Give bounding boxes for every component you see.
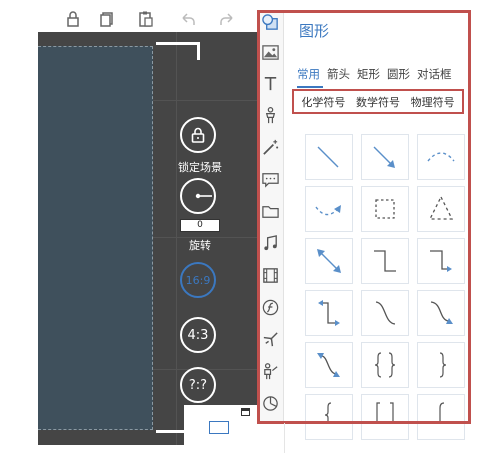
lock-scene-button[interactable] xyxy=(180,117,216,153)
double-arrow-icon xyxy=(317,249,341,273)
text-icon[interactable] xyxy=(261,74,280,93)
shape-line[interactable] xyxy=(305,134,353,180)
workspace-grid-line xyxy=(153,100,260,101)
tab-chemistry-symbols[interactable]: 化学符号 xyxy=(301,94,345,110)
presenter-icon[interactable] xyxy=(261,362,280,381)
pie-chart-icon[interactable] xyxy=(261,394,280,413)
tab-common[interactable]: 常用 xyxy=(297,66,320,86)
tab-arrow[interactable]: 箭头 xyxy=(327,66,350,86)
ratio-4-3-button[interactable]: 4:3 xyxy=(180,317,216,353)
image-icon[interactable] xyxy=(261,43,280,62)
shapes-panel: 图形 常用 箭头 矩形 圆形 对话框 化学符号 数学符号 物理符号 xyxy=(285,10,470,440)
shape-double-s-arrow[interactable] xyxy=(305,342,353,388)
shape-category-tabs: 常用 箭头 矩形 圆形 对话框 xyxy=(297,66,459,86)
copy-icon[interactable] xyxy=(98,10,116,28)
shape-double-bracket[interactable] xyxy=(361,394,409,440)
shape-double-elbow-arrow[interactable] xyxy=(305,290,353,336)
panel-title: 图形 xyxy=(299,22,330,40)
shape-dashed-triangle[interactable] xyxy=(417,186,465,232)
symbol-sub-tabs: 化学符号 数学符号 物理符号 xyxy=(292,89,464,114)
left-bracket-icon xyxy=(439,402,445,423)
dashed-arc-icon xyxy=(427,152,455,162)
shape-s-curve-arrow[interactable] xyxy=(417,290,465,336)
tab-math-symbols[interactable]: 数学符号 xyxy=(356,94,400,110)
dashed-triangle-icon xyxy=(428,195,454,220)
rotate-label: 旋转 xyxy=(189,239,211,252)
dashed-curve-arrow-icon xyxy=(315,205,341,216)
shape-double-arrow[interactable] xyxy=(305,238,353,284)
shape-left-brace[interactable] xyxy=(305,394,353,440)
shape-elbow-connector[interactable] xyxy=(361,238,409,284)
insert-sidebar xyxy=(257,10,284,424)
shape-elbow-arrow[interactable] xyxy=(417,238,465,284)
paste-icon[interactable] xyxy=(137,10,155,28)
elbow-connector-icon xyxy=(374,250,396,272)
shape-s-curve[interactable] xyxy=(361,290,409,336)
double-bracket-icon xyxy=(376,402,394,423)
shape-dashed-rectangle[interactable] xyxy=(361,186,409,232)
tab-rectangle[interactable]: 矩形 xyxy=(357,66,380,86)
undo-icon[interactable] xyxy=(179,10,197,28)
tab-dialog[interactable]: 对话框 xyxy=(417,66,452,86)
divider xyxy=(284,423,285,453)
shape-arrow-line[interactable] xyxy=(361,134,409,180)
double-elbow-arrow-icon xyxy=(318,300,340,326)
flash-icon[interactable] xyxy=(261,298,280,317)
scene-canvas[interactable] xyxy=(38,46,153,430)
shapes-icon[interactable] xyxy=(261,13,280,32)
aspect-preview-box[interactable] xyxy=(184,405,260,445)
editor-workspace[interactable]: 锁定场景 0 旋转 16:9 4:3 ?:? xyxy=(38,32,260,445)
tab-physics-symbols[interactable]: 物理符号 xyxy=(411,94,455,110)
magic-wand-icon[interactable] xyxy=(261,138,280,157)
character-icon[interactable] xyxy=(261,106,280,125)
lock-icon xyxy=(191,127,205,143)
lock-scene-label: 锁定场景 xyxy=(178,161,222,174)
rotate-dial-icon xyxy=(195,193,212,199)
double-s-arrow-icon xyxy=(317,353,340,377)
folder-icon[interactable] xyxy=(261,202,280,221)
shape-double-brace[interactable] xyxy=(361,342,409,388)
shape-dashed-arc[interactable] xyxy=(417,134,465,180)
music-icon[interactable] xyxy=(261,234,280,253)
right-brace-icon xyxy=(439,352,447,378)
line-shape-icon xyxy=(317,146,339,168)
elbow-arrow-icon xyxy=(430,250,452,272)
active-tab-indicator xyxy=(297,86,323,88)
tab-circle[interactable]: 圆形 xyxy=(387,66,410,86)
shape-dashed-curve-arrow[interactable] xyxy=(305,186,353,232)
shape-right-brace[interactable] xyxy=(417,342,465,388)
top-toolbar xyxy=(38,6,258,32)
window-icon[interactable] xyxy=(241,408,250,416)
aspect-preview-rect xyxy=(209,421,229,434)
shape-grid xyxy=(305,134,465,440)
ratio-16-9-button[interactable]: 16:9 xyxy=(180,262,216,298)
canvas-corner-top xyxy=(156,42,200,60)
double-brace-icon xyxy=(374,352,396,378)
redo-icon[interactable] xyxy=(218,10,236,28)
arrow-shape-icon xyxy=(373,146,395,168)
airplane-icon[interactable] xyxy=(261,330,280,349)
lock-icon[interactable] xyxy=(64,10,82,28)
rotate-angle-input[interactable]: 0 xyxy=(180,219,220,232)
workspace-grid-line xyxy=(176,32,177,445)
left-brace-icon xyxy=(324,402,332,423)
film-icon[interactable] xyxy=(261,266,280,285)
shape-left-bracket[interactable] xyxy=(417,394,465,440)
s-curve-arrow-icon xyxy=(430,301,453,324)
dashed-rectangle-icon xyxy=(375,199,395,219)
speech-bubble-icon[interactable] xyxy=(261,170,280,189)
rotate-dial[interactable] xyxy=(180,178,216,214)
s-curve-icon xyxy=(375,301,396,325)
ratio-custom-button[interactable]: ?:? xyxy=(180,367,216,403)
